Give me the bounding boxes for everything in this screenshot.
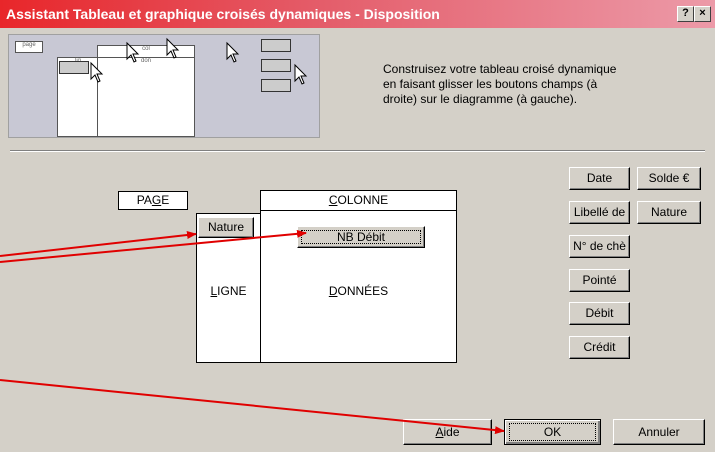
cursor-icon: [294, 63, 308, 85]
cursor-icon: [166, 37, 180, 59]
data-area-label: DONNÉES: [328, 284, 389, 298]
field-button-date[interactable]: Date: [569, 167, 630, 190]
focus-rect: [509, 423, 596, 441]
cursor-icon: [90, 61, 104, 83]
page-area[interactable]: PAGE: [118, 191, 188, 210]
pivot-wizard-dialog: Assistant Tableau et graphique croisés d…: [0, 0, 715, 452]
page-area-label: PAGE: [136, 193, 170, 207]
field-button-pointe[interactable]: Pointé: [569, 269, 630, 292]
row-field-nature[interactable]: Nature: [198, 217, 254, 238]
instruction-text: Construisez votre tableau croisé dynamiq…: [383, 62, 617, 106]
close-button[interactable]: ×: [694, 6, 711, 22]
field-button-solde[interactable]: Solde €: [637, 167, 701, 190]
title-bar[interactable]: Assistant Tableau et graphique croisés d…: [0, 0, 715, 28]
data-field-nb-debit[interactable]: NB Débit: [297, 226, 425, 248]
column-area-label: COLONNE: [328, 193, 389, 207]
row-area-label: LIGNE: [210, 284, 247, 298]
field-button-num-cheque[interactable]: N° de chè: [569, 235, 630, 258]
cancel-button[interactable]: Annuler: [613, 419, 705, 445]
field-button-nature[interactable]: Nature: [637, 201, 701, 224]
preview-cursor-icons: [90, 37, 308, 85]
help-button[interactable]: Aide: [403, 419, 492, 445]
cursor-icon: [126, 41, 140, 63]
cursor-icon: [226, 41, 240, 63]
field-button-debit[interactable]: Débit: [569, 302, 630, 325]
help-button-label: Aide: [435, 425, 460, 439]
help-title-button[interactable]: ?: [677, 6, 694, 22]
layout-preview-illustration: page col lig don: [8, 34, 320, 138]
column-area[interactable]: COLONNE: [260, 190, 457, 211]
field-button-libelle[interactable]: Libellé de: [569, 201, 630, 224]
separator: [10, 150, 705, 152]
ok-button[interactable]: OK: [504, 419, 601, 445]
field-button-credit[interactable]: Crédit: [569, 336, 630, 359]
focus-rect: [301, 230, 421, 244]
window-title: Assistant Tableau et graphique croisés d…: [6, 6, 440, 22]
